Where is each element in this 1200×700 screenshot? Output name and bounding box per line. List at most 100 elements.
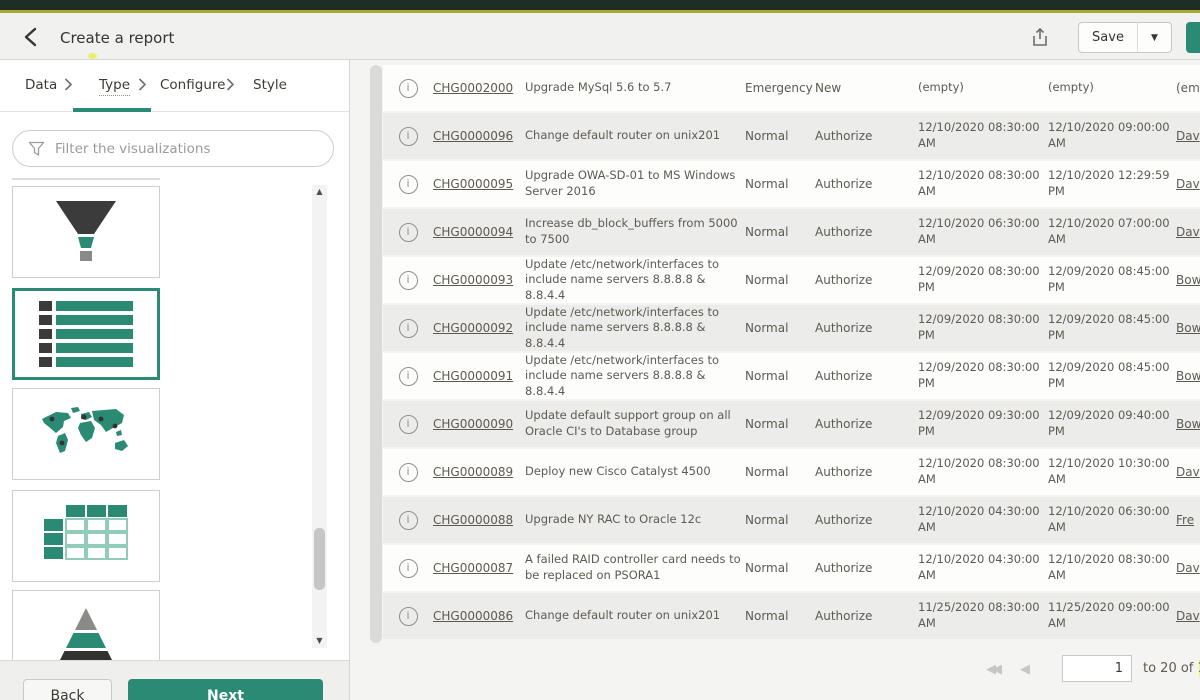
record-number-link[interactable]: CHG0002000 bbox=[433, 80, 525, 96]
start-date-cell: 12/09/2020 08:30:00 PM bbox=[918, 264, 1048, 295]
app-header: Create a report Save ▼ bbox=[0, 13, 1200, 60]
record-number-link[interactable]: CHG0000091 bbox=[433, 368, 525, 384]
info-icon[interactable]: i bbox=[399, 319, 418, 338]
chevron-right-icon bbox=[138, 78, 147, 91]
funnel-filter-icon bbox=[28, 141, 45, 157]
record-number-link[interactable]: CHG0000087 bbox=[433, 560, 525, 576]
table-row: i CHG0000091 Update /etc/network/interfa… bbox=[383, 351, 1200, 399]
record-number-link[interactable]: CHG0000090 bbox=[433, 416, 525, 432]
info-icon[interactable]: i bbox=[399, 607, 418, 626]
viz-thumb-list[interactable] bbox=[12, 288, 160, 380]
table-row: i CHG0000095 Upgrade OWA-SD-01 to MS Win… bbox=[383, 159, 1200, 207]
assigned-to-link[interactable]: Dav bbox=[1176, 560, 1200, 576]
table-left-scrollbar[interactable] bbox=[370, 65, 382, 643]
scroll-down-icon[interactable]: ▼ bbox=[312, 634, 327, 648]
share-icon[interactable] bbox=[1028, 26, 1052, 50]
scroll-up-icon[interactable]: ▲ bbox=[312, 185, 327, 199]
record-number-link[interactable]: CHG0000096 bbox=[433, 128, 525, 144]
records-list: i CHG0002000 Upgrade MySql 5.6 to 5.7 Em… bbox=[383, 63, 1200, 642]
pagination-bar: ◀◀ ◀ to 20 of 100 bbox=[350, 642, 1200, 700]
list-chart-icon bbox=[39, 301, 133, 367]
short-description-cell: Change default router on unix201 bbox=[525, 128, 743, 144]
viz-thumb-funnel[interactable] bbox=[12, 186, 160, 278]
assigned-to-link[interactable]: Dav bbox=[1176, 608, 1200, 624]
previous-page-icon[interactable]: ◀ bbox=[1020, 662, 1030, 677]
viz-thumb-map[interactable] bbox=[12, 388, 160, 480]
end-date-cell: 12/10/2020 12:29:59 PM bbox=[1048, 168, 1176, 199]
start-date-cell: 12/10/2020 08:30:00 AM bbox=[918, 120, 1048, 151]
short-description-cell: Upgrade MySql 5.6 to 5.7 bbox=[525, 80, 743, 96]
viz-thumb-pivot-table[interactable] bbox=[12, 490, 160, 582]
assigned-to-link[interactable]: Dav bbox=[1176, 224, 1200, 240]
world-map-icon bbox=[34, 405, 138, 463]
start-date-cell: 12/10/2020 08:30:00 AM bbox=[918, 168, 1048, 199]
scrollbar-thumb[interactable] bbox=[314, 528, 325, 590]
info-icon[interactable]: i bbox=[399, 271, 418, 290]
short-description-cell: Increase db_block_buffers from 5000 to 7… bbox=[525, 216, 743, 247]
save-button[interactable]: Save bbox=[1078, 22, 1138, 53]
state-cell: Authorize bbox=[815, 128, 918, 144]
end-date-cell: 11/25/2020 09:00:00 AM bbox=[1048, 600, 1176, 631]
back-icon[interactable] bbox=[22, 26, 42, 48]
info-icon[interactable]: i bbox=[399, 559, 418, 578]
short-description-cell: Update /etc/network/interfaces to includ… bbox=[525, 353, 743, 399]
wizard-step-data[interactable]: Data bbox=[25, 77, 57, 93]
record-number-link[interactable]: CHG0000093 bbox=[433, 272, 525, 288]
assigned-to-link[interactable]: Bow bbox=[1176, 320, 1200, 336]
start-date-cell: 12/09/2020 08:30:00 PM bbox=[918, 312, 1048, 343]
start-date-cell: 12/10/2020 08:30:00 AM bbox=[918, 456, 1048, 487]
pivot-table-icon bbox=[44, 505, 128, 567]
info-cell: i bbox=[383, 319, 433, 338]
wizard-step-type[interactable]: Type bbox=[99, 77, 130, 96]
info-icon[interactable]: i bbox=[399, 223, 418, 242]
back-button[interactable]: Back bbox=[23, 679, 112, 700]
priority-cell: Normal bbox=[745, 464, 815, 480]
info-icon[interactable]: i bbox=[399, 367, 418, 386]
record-number-link[interactable]: CHG0000095 bbox=[433, 176, 525, 192]
assigned-to-link[interactable]: Dav bbox=[1176, 128, 1200, 144]
filter-visualizations-input[interactable] bbox=[55, 138, 317, 159]
priority-cell: Normal bbox=[745, 368, 815, 384]
priority-cell: Normal bbox=[745, 128, 815, 144]
info-icon[interactable]: i bbox=[399, 415, 418, 434]
save-menu-button[interactable]: ▼ bbox=[1137, 22, 1172, 53]
record-number-link[interactable]: CHG0000088 bbox=[433, 512, 525, 528]
info-icon[interactable]: i bbox=[399, 79, 418, 98]
wizard-step-configure[interactable]: Configure bbox=[160, 77, 225, 93]
info-icon[interactable]: i bbox=[399, 175, 418, 194]
record-number-link[interactable]: CHG0000094 bbox=[433, 224, 525, 240]
info-cell: i bbox=[383, 79, 433, 98]
viz-thumb-pyramid[interactable] bbox=[12, 590, 160, 660]
record-number-link[interactable]: CHG0000086 bbox=[433, 608, 525, 624]
start-date-cell: 12/10/2020 04:30:00 AM bbox=[918, 504, 1048, 535]
priority-cell: Emergency bbox=[745, 80, 815, 96]
assigned-to-link[interactable]: Dav bbox=[1176, 176, 1200, 192]
info-cell: i bbox=[383, 463, 433, 482]
table-row: i CHG0000093 Update /etc/network/interfa… bbox=[383, 255, 1200, 303]
info-icon[interactable]: i bbox=[399, 511, 418, 530]
record-number-link[interactable]: CHG0000089 bbox=[433, 464, 525, 480]
page-number-input[interactable] bbox=[1062, 655, 1132, 682]
assigned-to-link[interactable]: Bow bbox=[1176, 368, 1200, 384]
funnel-chart-icon bbox=[55, 200, 117, 264]
viz-list-scrollbar[interactable]: ▲ ▼ bbox=[312, 185, 327, 648]
priority-cell: Normal bbox=[745, 560, 815, 576]
assigned-to-link[interactable]: (empty) bbox=[1176, 80, 1200, 96]
state-cell: Authorize bbox=[815, 608, 918, 624]
wizard-step-style[interactable]: Style bbox=[253, 77, 287, 93]
offscreen-primary-button[interactable] bbox=[1186, 22, 1200, 53]
wizard-footer: Back Next bbox=[0, 660, 349, 700]
record-number-link[interactable]: CHG0000092 bbox=[433, 320, 525, 336]
next-button[interactable]: Next bbox=[128, 679, 323, 700]
first-page-icon[interactable]: ◀◀ bbox=[986, 662, 998, 677]
assigned-to-link[interactable]: Fre bbox=[1176, 512, 1200, 528]
info-icon[interactable]: i bbox=[399, 127, 418, 146]
info-cell: i bbox=[383, 175, 433, 194]
table-row: i CHG0000094 Increase db_block_buffers f… bbox=[383, 207, 1200, 255]
start-date-cell: 12/09/2020 09:30:00 PM bbox=[918, 408, 1048, 439]
info-icon[interactable]: i bbox=[399, 463, 418, 482]
assigned-to-link[interactable]: Bow bbox=[1176, 416, 1200, 432]
assigned-to-link[interactable]: Bow bbox=[1176, 272, 1200, 288]
assigned-to-link[interactable]: Dav bbox=[1176, 464, 1200, 480]
table-row: i CHG0000092 Update /etc/network/interfa… bbox=[383, 303, 1200, 351]
